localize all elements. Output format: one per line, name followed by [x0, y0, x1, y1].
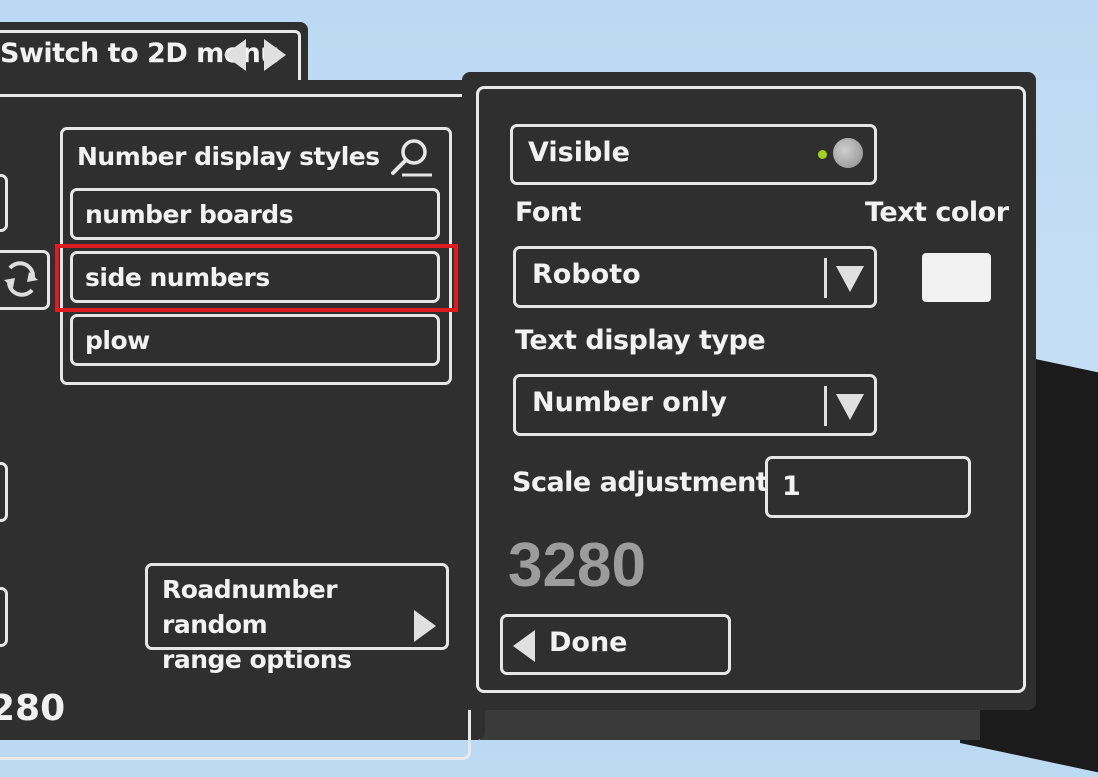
number-preview: 3280 — [508, 531, 646, 600]
visible-label: Visible — [528, 137, 630, 168]
left-stub-button[interactable] — [0, 462, 8, 522]
number-display-styles-title: Number display styles — [77, 142, 380, 171]
dropdown-separator — [824, 258, 827, 298]
range-options-button[interactable]: Roadnumber random range options — [145, 563, 449, 674]
range-options-label: Roadnumber random range options — [162, 572, 446, 677]
text-color-swatch[interactable] — [922, 253, 991, 302]
font-label: Font — [515, 197, 582, 228]
bottom-number: 280 — [0, 688, 66, 729]
triangle-left-icon — [513, 630, 535, 662]
range-options-line1: Roadnumber random — [162, 575, 338, 639]
text-display-type-value: Number only — [532, 387, 727, 418]
text-color-label: Text color — [865, 197, 1009, 228]
triangle-right-icon — [414, 610, 436, 642]
triangle-down-icon — [836, 266, 864, 292]
text-display-type-dropdown[interactable]: Number only — [513, 374, 877, 436]
list-item[interactable]: plow — [70, 314, 440, 366]
done-label: Done — [549, 627, 628, 658]
scale-adjustment-input[interactable]: 1 — [765, 456, 971, 518]
range-options-line2: range options — [162, 645, 352, 674]
dropdown-separator — [824, 386, 827, 426]
list-item[interactable]: number boards — [70, 188, 440, 240]
list-item-label: number boards — [85, 200, 294, 229]
visible-toggle[interactable]: Visible — [510, 124, 877, 185]
triangle-down-icon — [836, 394, 864, 420]
refresh-button[interactable] — [0, 250, 50, 310]
font-value: Roboto — [532, 259, 641, 290]
scale-adjustment-value: 1 — [782, 471, 801, 502]
selection-highlight — [55, 244, 458, 312]
indicator-led-icon — [818, 150, 827, 159]
toggle-knob-icon — [833, 138, 863, 168]
done-button[interactable]: Done — [500, 614, 731, 675]
scale-adjustment-label: Scale adjustment — [512, 467, 769, 498]
font-dropdown[interactable]: Roboto — [513, 246, 877, 308]
left-stub-button[interactable] — [0, 174, 8, 232]
triangle-right-icon[interactable] — [264, 39, 286, 71]
text-display-type-label: Text display type — [515, 325, 766, 356]
search-icon[interactable] — [388, 136, 434, 178]
left-stub-button[interactable] — [0, 587, 8, 647]
refresh-icon — [4, 261, 38, 297]
triangle-left-icon[interactable] — [224, 39, 246, 71]
list-item-label: plow — [85, 326, 150, 355]
